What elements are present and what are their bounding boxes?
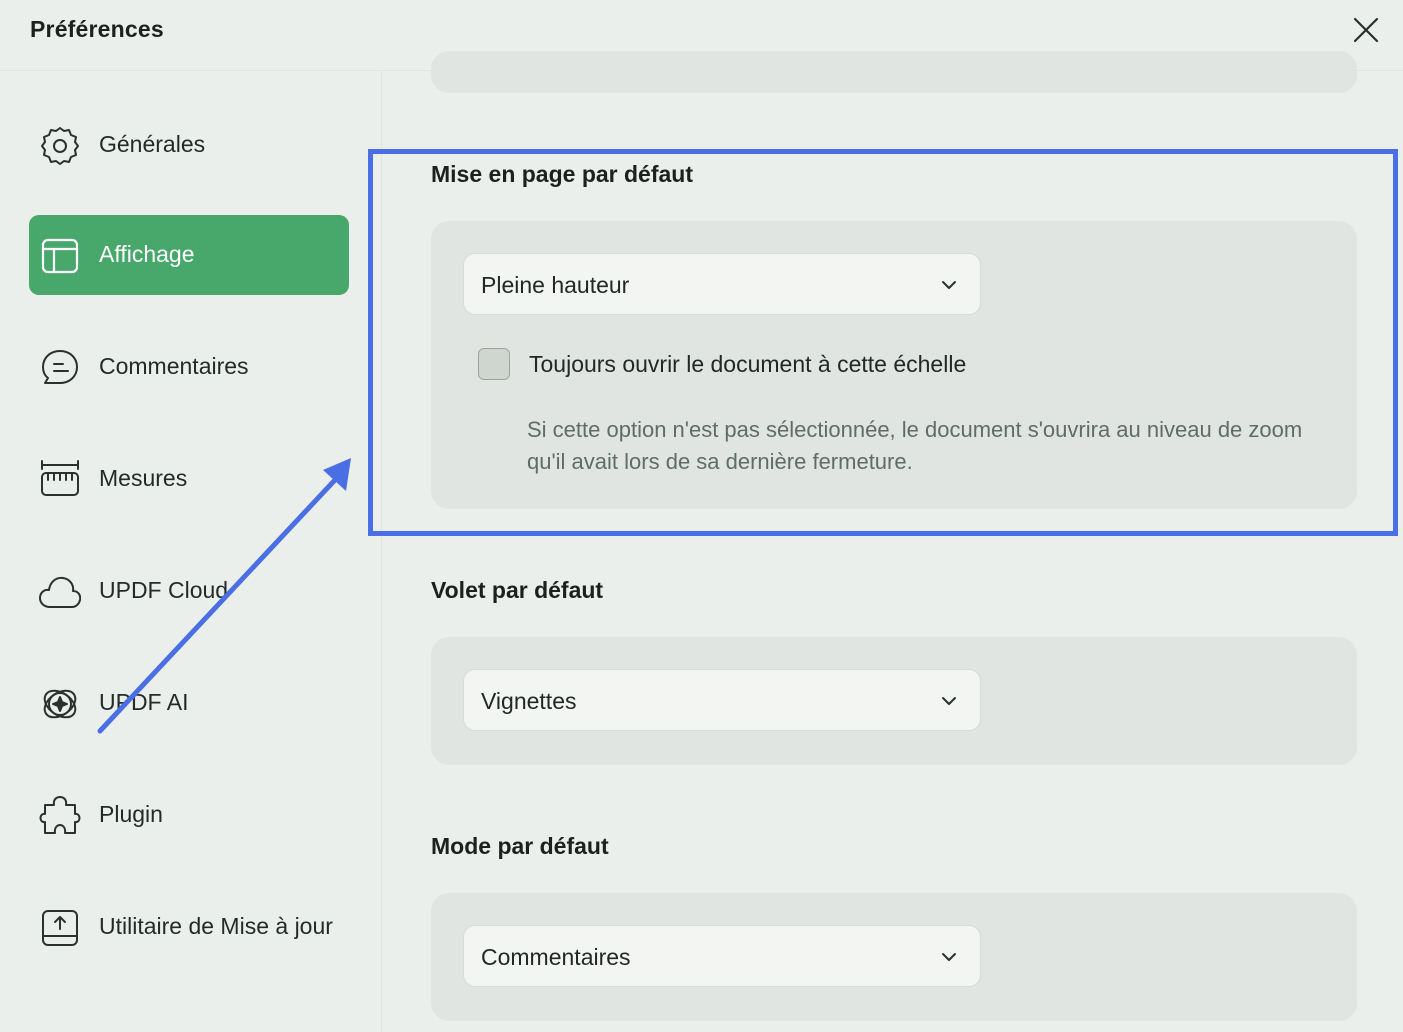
sidebar-item-label: Mesures <box>99 465 188 491</box>
sidebar-item-label: Affichage <box>99 241 195 267</box>
sidebar-item-label: UPDF Cloud <box>99 577 229 603</box>
pane-section-card: Vignettes <box>431 637 1357 765</box>
preferences-window: Préférences Générales Affichage Commenta… <box>0 0 1403 1032</box>
cloud-icon <box>39 571 81 613</box>
layout-icon <box>39 235 81 277</box>
mode-section-card: Commentaires <box>431 893 1357 1021</box>
sidebar-item-label: Commentaires <box>99 353 249 379</box>
default-pane-select[interactable]: Vignettes <box>463 669 981 731</box>
layout-section-title: Mise en page par défaut <box>431 161 694 187</box>
window-title: Préférences <box>30 16 164 42</box>
sidebar-item-label: Utilitaire de Mise à jour <box>99 913 333 939</box>
default-mode-select[interactable]: Commentaires <box>463 925 981 987</box>
layout-section-card: Pleine hauteur Toujours ouvrir le docume… <box>431 221 1357 509</box>
sidebar-item-updf-cloud[interactable]: UPDF Cloud <box>29 551 349 631</box>
previous-section-card <box>431 51 1357 93</box>
sidebar-item-generales[interactable]: Générales <box>29 105 349 185</box>
select-value: Pleine hauteur <box>481 272 630 298</box>
sidebar: Générales Affichage Commentaires Mesures… <box>0 71 382 1032</box>
chevron-down-icon <box>942 697 956 705</box>
comment-icon <box>39 347 81 389</box>
sidebar-item-label: Générales <box>99 131 206 157</box>
sidebar-item-label: UPDF AI <box>99 689 189 715</box>
ai-icon <box>39 683 81 725</box>
default-layout-select[interactable]: Pleine hauteur <box>463 253 981 315</box>
select-value: Commentaires <box>481 944 631 970</box>
mode-section-title: Mode par défaut <box>431 833 609 859</box>
sidebar-item-utilitaire-mise-a-jour[interactable]: Utilitaire de Mise à jour <box>29 887 349 967</box>
sidebar-item-commentaires[interactable]: Commentaires <box>29 327 349 407</box>
sidebar-item-updf-ai[interactable]: UPDF AI <box>29 663 349 743</box>
sidebar-item-label: Plugin <box>99 801 163 827</box>
checkbox-label: Toujours ouvrir le document à cette éche… <box>529 351 967 377</box>
sidebar-item-plugin[interactable]: Plugin <box>29 775 349 855</box>
close-icon <box>1353 17 1379 43</box>
puzzle-icon <box>39 795 81 837</box>
gear-icon <box>39 125 81 167</box>
settings-panel: Mise en page par défaut Pleine hauteur T… <box>382 51 1403 1032</box>
sidebar-item-affichage[interactable]: Affichage <box>29 215 349 295</box>
sidebar-item-mesures[interactable]: Mesures <box>29 439 349 519</box>
chevron-down-icon <box>942 953 956 961</box>
update-icon <box>39 907 81 949</box>
ruler-icon <box>39 459 81 501</box>
always-open-scale-checkbox[interactable] <box>478 348 510 380</box>
pane-section-title: Volet par défaut <box>431 577 604 603</box>
checkbox-hint: Si cette option n'est pas sélectionnée, … <box>527 417 1303 474</box>
select-value: Vignettes <box>481 688 577 714</box>
chevron-down-icon <box>942 281 956 289</box>
close-button[interactable] <box>1350 14 1382 46</box>
